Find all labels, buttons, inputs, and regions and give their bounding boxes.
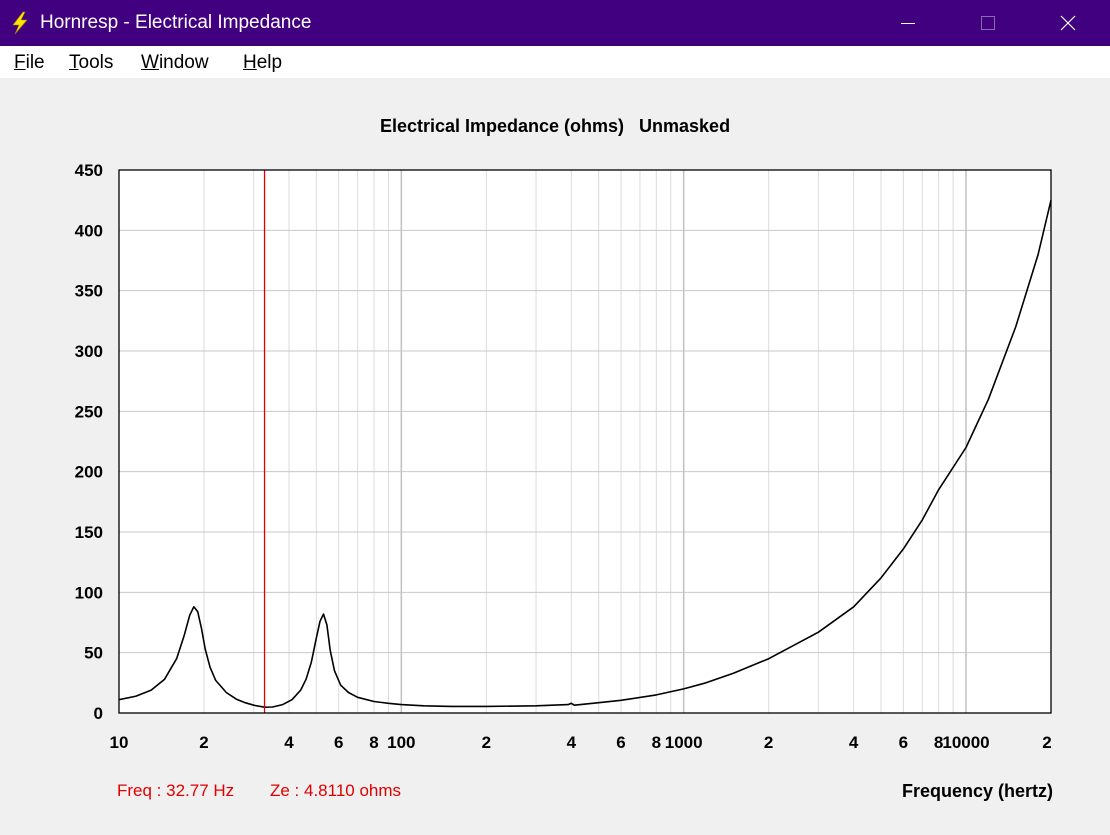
menu-file-label: ile (25, 52, 45, 73)
x-tick-label: 8 (369, 733, 378, 752)
x-tick-label: 10000 (942, 733, 989, 752)
x-tick-label: 6 (616, 733, 625, 752)
plot-background (119, 170, 1051, 713)
lightning-bolt-icon (12, 11, 28, 35)
y-tick-label: 300 (75, 342, 103, 361)
y-tick-label: 0 (94, 704, 103, 723)
x-tick-label: 2 (1042, 733, 1051, 752)
maximize-button[interactable] (948, 0, 1028, 46)
impedance-chart[interactable]: 0 50 100 150 200 250 300 350 400 450 10 2 4 6 8 100 2 4 6 8… (0, 78, 1110, 835)
x-tick-label: 2 (764, 733, 773, 752)
menu-file[interactable]: File (12, 52, 47, 74)
x-tick-label: 4 (849, 733, 859, 752)
menu-tools-label: ools (78, 52, 114, 73)
window-title: Hornresp - Electrical Impedance (40, 12, 312, 33)
menu-file-accel: F (14, 52, 26, 73)
x-tick-label: 4 (284, 733, 294, 752)
minimize-icon (901, 23, 915, 24)
cursor-frequency-readout: Freq : 32.77 Hz (117, 781, 235, 800)
x-tick-label: 2 (199, 733, 208, 752)
y-tick-label: 50 (84, 644, 103, 663)
y-tick-label: 400 (75, 221, 103, 240)
y-tick-label: 100 (75, 583, 103, 602)
menu-bar: File Tools Window Help (0, 46, 1110, 78)
x-tick-label: 6 (899, 733, 908, 752)
x-tick-label: 4 (567, 733, 577, 752)
maximize-icon (981, 16, 995, 30)
close-icon (1060, 15, 1076, 31)
y-tick-label: 150 (75, 523, 103, 542)
x-tick-label: 2 (482, 733, 491, 752)
chart-title: Electrical Impedance (ohms) Unmasked (379, 116, 731, 136)
menu-help-label: elp (256, 52, 283, 73)
menu-tools-accel: T (69, 52, 79, 73)
menu-tools[interactable]: Tools (67, 52, 115, 74)
x-tick-label: 8 (652, 733, 661, 752)
x-tick-label: 100 (387, 733, 415, 752)
x-tick-label: 10 (110, 733, 129, 752)
y-tick-label: 200 (75, 463, 103, 482)
chart-panel[interactable]: 0 50 100 150 200 250 300 350 400 450 10 2 4 6 8 100 2 4 6 8… (0, 78, 1110, 835)
x-tick-label: 6 (334, 733, 343, 752)
x-tick-label: 1000 (665, 733, 703, 752)
menu-window-label: indow (158, 52, 209, 73)
x-axis-title: Frequency (hertz) (901, 781, 1053, 801)
y-tick-label: 250 (75, 402, 103, 421)
title-bar: Hornresp - Electrical Impedance (0, 0, 1110, 46)
menu-window-accel: W (141, 52, 159, 73)
cursor-impedance-readout: Ze : 4.8110 ohms (270, 781, 402, 800)
y-tick-label: 450 (75, 161, 103, 180)
close-button[interactable] (1028, 0, 1108, 46)
minimize-button[interactable] (868, 0, 948, 46)
menu-window[interactable]: Window (139, 52, 211, 74)
y-tick-label: 350 (75, 282, 103, 301)
menu-help-accel: H (243, 52, 257, 73)
menu-help[interactable]: Help (241, 52, 284, 74)
